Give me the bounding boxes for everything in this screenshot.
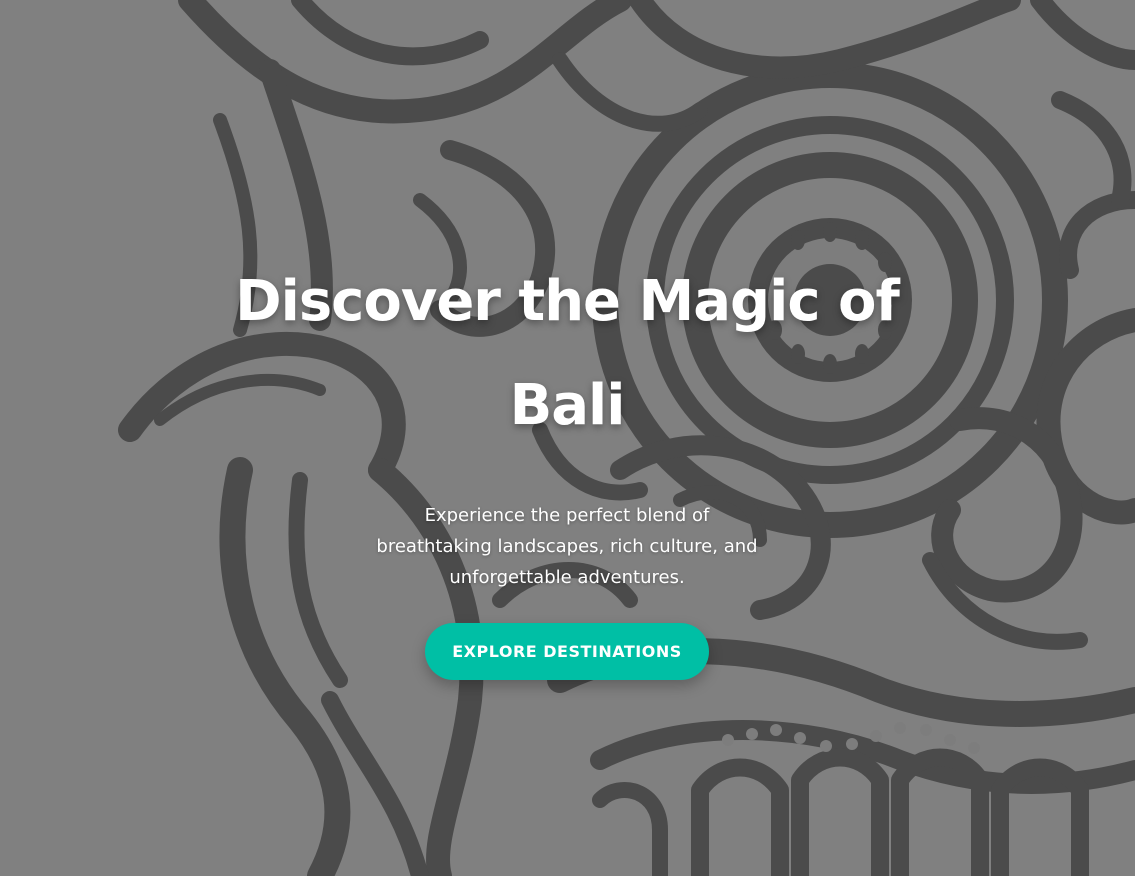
hero-section: Discover the Magic of Bali Experience th… <box>0 0 1135 876</box>
hero-subtitle: Experience the perfect blend of breathta… <box>376 505 758 588</box>
hero-title: Discover the Magic of Bali <box>235 269 900 438</box>
hero-content: Discover the Magic of Bali Experience th… <box>0 0 1135 876</box>
explore-destinations-button[interactable]: EXPLORE DESTINATIONS <box>425 623 709 680</box>
